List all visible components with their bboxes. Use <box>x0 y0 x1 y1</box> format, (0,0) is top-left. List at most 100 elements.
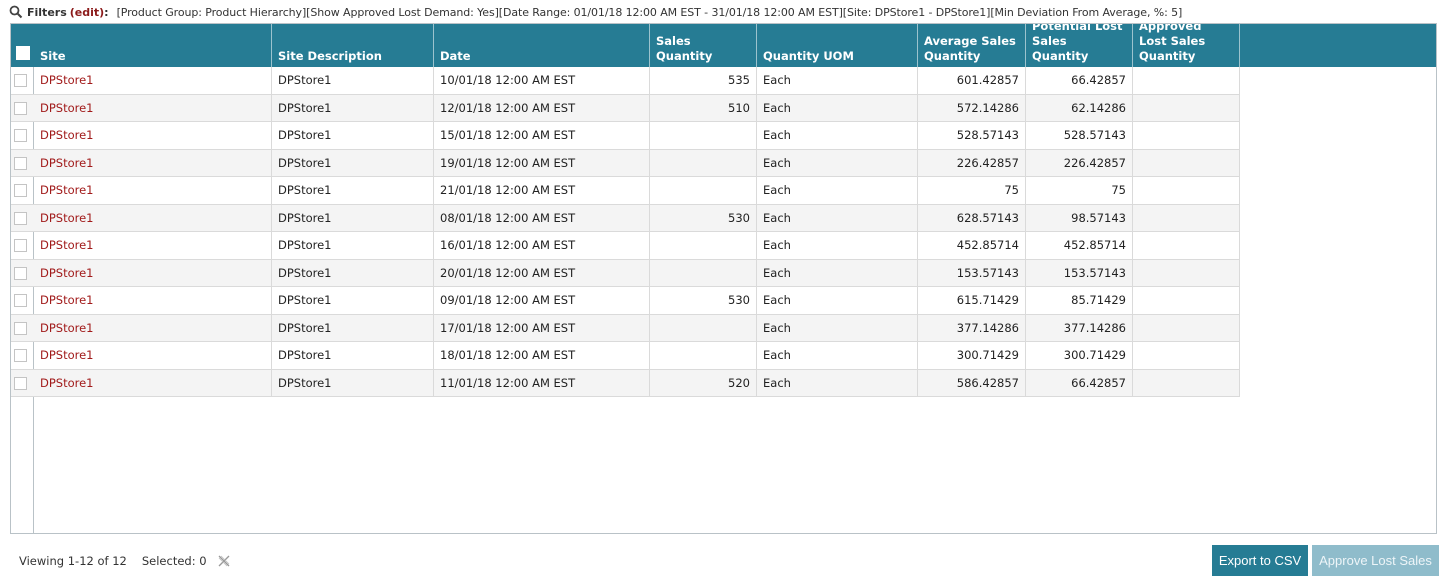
approved-lost-sales-quantity-cell[interactable] <box>1133 259 1240 286</box>
sales-quantity-cell <box>650 149 757 176</box>
row-checkbox[interactable] <box>14 101 27 115</box>
quantity-uom-cell: Each <box>757 122 918 149</box>
row-checkbox[interactable] <box>14 349 27 362</box>
date-cell: 17/01/18 12:00 AM EST <box>434 314 650 341</box>
site-link[interactable]: DPStore1 <box>34 177 272 204</box>
table-row[interactable]: DPStore1 DPStore1 10/01/18 12:00 AM EST … <box>11 67 1240 95</box>
average-sales-quantity-cell: 452.85714 <box>918 232 1026 259</box>
approved-lost-sales-quantity-cell[interactable] <box>1133 94 1240 121</box>
approved-lost-sales-quantity-cell[interactable] <box>1133 177 1240 204</box>
row-checkbox[interactable] <box>14 74 27 87</box>
approve-lost-sales-button[interactable]: Approve Lost Sales <box>1312 545 1439 576</box>
site-link[interactable]: DPStore1 <box>34 232 272 259</box>
site-link[interactable]: DPStore1 <box>34 122 272 149</box>
site-description-cell: DPStore1 <box>272 369 434 396</box>
date-cell: 11/01/18 12:00 AM EST <box>434 369 650 396</box>
date-cell: 10/01/18 12:00 AM EST <box>434 67 650 94</box>
row-checkbox[interactable] <box>14 156 27 170</box>
table-row[interactable]: DPStore1 DPStore1 17/01/18 12:00 AM EST … <box>11 314 1240 342</box>
average-sales-quantity-cell: 377.14286 <box>918 314 1026 341</box>
table-row[interactable]: DPStore1 DPStore1 15/01/18 12:00 AM EST … <box>11 122 1240 150</box>
table-row[interactable]: DPStore1 DPStore1 11/01/18 12:00 AM EST … <box>11 369 1240 397</box>
sales-quantity-cell: 530 <box>650 287 757 314</box>
table-row[interactable]: DPStore1 DPStore1 21/01/18 12:00 AM EST … <box>11 177 1240 205</box>
column-header-sales-quantity[interactable]: Sales Quantity <box>650 24 757 67</box>
row-checkbox[interactable] <box>14 376 27 390</box>
table-row[interactable]: DPStore1 DPStore1 18/01/18 12:00 AM EST … <box>11 342 1240 370</box>
quantity-uom-cell: Each <box>757 67 918 94</box>
potential-lost-sales-quantity-cell: 226.42857 <box>1026 149 1133 176</box>
column-header-quantity-uom[interactable]: Quantity UOM <box>757 24 918 67</box>
table-row[interactable]: DPStore1 DPStore1 16/01/18 12:00 AM EST … <box>11 232 1240 260</box>
approved-lost-sales-quantity-cell[interactable] <box>1133 149 1240 176</box>
clear-selection-icon[interactable] <box>217 554 231 568</box>
date-cell: 08/01/18 12:00 AM EST <box>434 204 650 231</box>
sales-quantity-cell <box>650 122 757 149</box>
column-header-potential-lost-sales-quantity[interactable]: Potential Lost Sales Quantity <box>1026 24 1133 67</box>
date-cell: 16/01/18 12:00 AM EST <box>434 232 650 259</box>
site-link[interactable]: DPStore1 <box>34 149 272 176</box>
row-checkbox[interactable] <box>14 266 27 280</box>
approved-lost-sales-quantity-cell[interactable] <box>1133 314 1240 341</box>
column-header-site-description[interactable]: Site Description <box>272 24 434 67</box>
date-cell: 18/01/18 12:00 AM EST <box>434 342 650 369</box>
column-header-approved-lost-sales-quantity[interactable]: Approved Lost Sales Quantity <box>1133 24 1240 67</box>
site-link[interactable]: DPStore1 <box>34 342 272 369</box>
average-sales-quantity-cell: 226.42857 <box>918 149 1026 176</box>
potential-lost-sales-quantity-cell: 62.14286 <box>1026 94 1133 121</box>
lost-sales-grid: Site Site Description Date Sales Quantit… <box>10 23 1437 534</box>
row-checkbox[interactable] <box>14 129 27 142</box>
site-description-cell: DPStore1 <box>272 94 434 121</box>
row-checkbox[interactable] <box>14 184 27 197</box>
table-row[interactable]: DPStore1 DPStore1 20/01/18 12:00 AM EST … <box>11 259 1240 287</box>
table-row[interactable]: DPStore1 DPStore1 12/01/18 12:00 AM EST … <box>11 94 1240 122</box>
site-link[interactable]: DPStore1 <box>34 314 272 341</box>
column-header-date[interactable]: Date <box>434 24 650 67</box>
potential-lost-sales-quantity-cell: 153.57143 <box>1026 259 1133 286</box>
table-row[interactable]: DPStore1 DPStore1 19/01/18 12:00 AM EST … <box>11 149 1240 177</box>
site-link[interactable]: DPStore1 <box>34 67 272 94</box>
select-all-checkbox[interactable] <box>16 46 30 60</box>
grid-header: Site Site Description Date Sales Quantit… <box>11 24 1436 67</box>
sales-quantity-cell <box>650 314 757 341</box>
average-sales-quantity-cell: 628.57143 <box>918 204 1026 231</box>
column-header-site[interactable]: Site <box>34 24 272 67</box>
row-checkbox[interactable] <box>14 211 27 225</box>
filters-label: Filters <box>27 5 67 19</box>
site-description-cell: DPStore1 <box>272 204 434 231</box>
date-cell: 19/01/18 12:00 AM EST <box>434 149 650 176</box>
site-link[interactable]: DPStore1 <box>34 94 272 121</box>
filters-edit-link[interactable]: (edit) <box>70 6 104 19</box>
table-row[interactable]: DPStore1 DPStore1 08/01/18 12:00 AM EST … <box>11 204 1240 232</box>
approved-lost-sales-quantity-cell[interactable] <box>1133 232 1240 259</box>
column-header-average-sales-quantity[interactable]: Average Sales Quantity <box>918 24 1026 67</box>
date-cell: 12/01/18 12:00 AM EST <box>434 94 650 121</box>
potential-lost-sales-quantity-cell: 300.71429 <box>1026 342 1133 369</box>
sales-quantity-cell: 530 <box>650 204 757 231</box>
sales-quantity-cell <box>650 232 757 259</box>
approved-lost-sales-quantity-cell[interactable] <box>1133 342 1240 369</box>
approved-lost-sales-quantity-cell[interactable] <box>1133 67 1240 94</box>
average-sales-quantity-cell: 572.14286 <box>918 94 1026 121</box>
approved-lost-sales-quantity-cell[interactable] <box>1133 287 1240 314</box>
quantity-uom-cell: Each <box>757 204 918 231</box>
sales-quantity-cell: 520 <box>650 369 757 396</box>
table-row[interactable]: DPStore1 DPStore1 09/01/18 12:00 AM EST … <box>11 287 1240 315</box>
row-checkbox[interactable] <box>14 294 27 307</box>
sales-quantity-cell: 510 <box>650 94 757 121</box>
quantity-uom-cell: Each <box>757 94 918 121</box>
approved-lost-sales-quantity-cell[interactable] <box>1133 122 1240 149</box>
site-link[interactable]: DPStore1 <box>34 204 272 231</box>
row-checkbox[interactable] <box>14 239 27 252</box>
approved-lost-sales-quantity-cell[interactable] <box>1133 369 1240 396</box>
potential-lost-sales-quantity-cell: 377.14286 <box>1026 314 1133 341</box>
export-csv-button[interactable]: Export to CSV <box>1212 545 1308 576</box>
site-description-cell: DPStore1 <box>272 67 434 94</box>
approved-lost-sales-quantity-cell[interactable] <box>1133 204 1240 231</box>
average-sales-quantity-cell: 615.71429 <box>918 287 1026 314</box>
quantity-uom-cell: Each <box>757 314 918 341</box>
row-checkbox[interactable] <box>14 321 27 335</box>
site-link[interactable]: DPStore1 <box>34 287 272 314</box>
site-link[interactable]: DPStore1 <box>34 369 272 396</box>
site-link[interactable]: DPStore1 <box>34 259 272 286</box>
